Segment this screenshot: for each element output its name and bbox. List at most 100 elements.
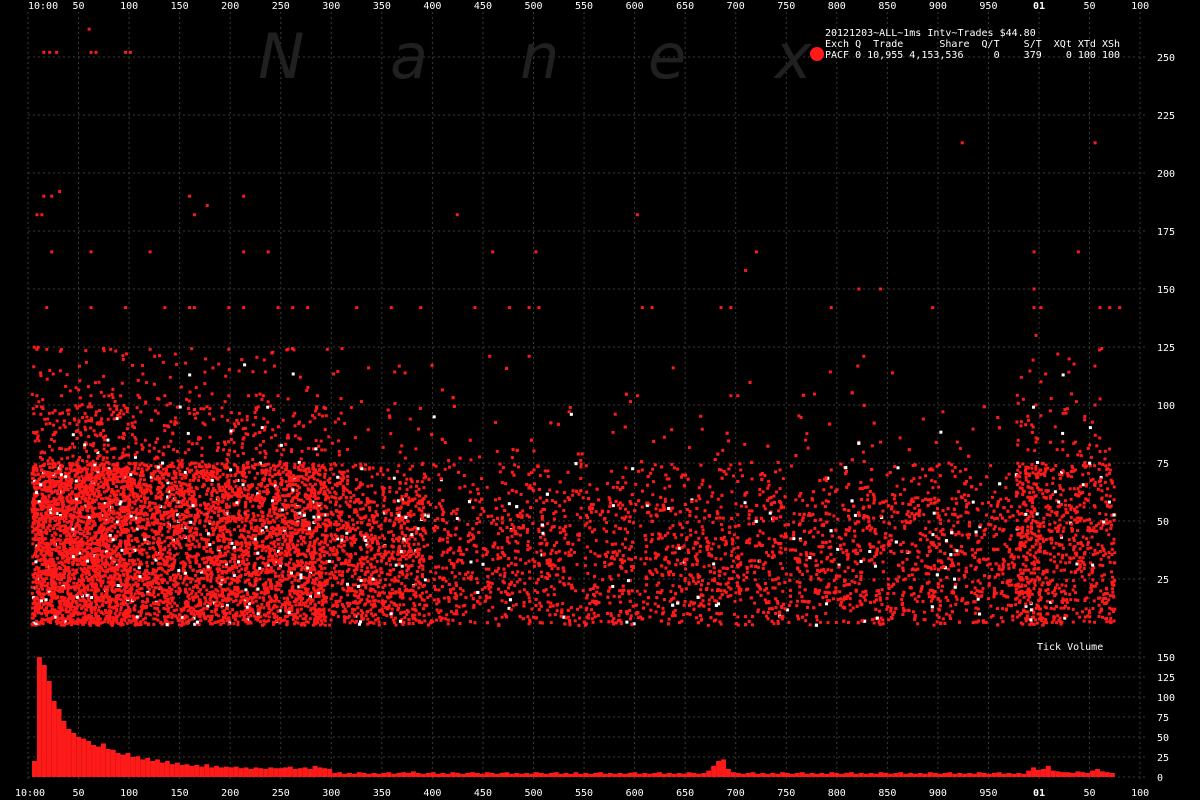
- trade-point: [237, 369, 241, 373]
- trade-point: [736, 394, 740, 398]
- trade-point: [52, 537, 56, 541]
- trade-point: [247, 562, 251, 566]
- trade-point: [254, 534, 258, 538]
- trade-point: [245, 418, 249, 422]
- trade-point: [74, 569, 78, 573]
- trade-point: [113, 583, 117, 587]
- trade-point: [264, 549, 268, 553]
- trade-point: [224, 374, 228, 378]
- trade-point: [123, 542, 127, 546]
- trade-point: [51, 616, 55, 620]
- trade-point: [202, 561, 206, 565]
- trade-point: [90, 485, 94, 489]
- trade-point: [190, 526, 194, 530]
- trade-point: [283, 516, 287, 520]
- trade-point: [86, 596, 90, 600]
- trade-point: [120, 454, 124, 458]
- trade-point: [79, 433, 83, 437]
- trade-point: [229, 438, 233, 442]
- trade-point: [41, 515, 45, 519]
- trade-point: [77, 527, 81, 531]
- trade-point: [210, 392, 214, 396]
- trade-point: [320, 590, 324, 594]
- trade-point: [89, 250, 93, 254]
- trade-point: [78, 590, 82, 594]
- trade-point: [36, 574, 40, 578]
- trade-point: [41, 405, 45, 409]
- trade-point: [163, 306, 167, 310]
- trade-point: [217, 362, 221, 366]
- trade-point: [149, 491, 153, 495]
- trade-point: [119, 620, 123, 624]
- trade-point: [110, 447, 114, 451]
- trade-point: [102, 543, 106, 547]
- trade-point: [119, 544, 123, 548]
- trade-point: [110, 498, 114, 502]
- trade-point: [81, 506, 85, 510]
- trade-point: [171, 432, 175, 436]
- trade-point: [59, 499, 63, 503]
- trade-point: [118, 611, 122, 615]
- trade-point: [1032, 287, 1036, 291]
- trade-point: [102, 485, 106, 489]
- trade-point: [86, 539, 90, 543]
- trade-point: [67, 471, 71, 475]
- trade-point: [197, 509, 201, 513]
- trade-point: [87, 605, 91, 609]
- trade-point: [44, 422, 48, 426]
- trade-point: [86, 545, 90, 549]
- trade-point: [114, 501, 118, 505]
- trade-point: [113, 549, 117, 553]
- trade-point: [251, 423, 255, 427]
- trade-point: [77, 544, 81, 548]
- trade-point: [110, 529, 114, 533]
- trade-point: [187, 194, 191, 198]
- trade-point: [48, 621, 52, 625]
- trade-point: [115, 478, 119, 482]
- trade-point: [98, 464, 102, 468]
- trade-point: [54, 475, 58, 479]
- trade-point: [73, 418, 77, 422]
- trade-point: [119, 394, 123, 398]
- trade-point: [272, 407, 276, 411]
- trade-point: [113, 404, 117, 408]
- trade-point: [32, 553, 36, 557]
- trade-point: [87, 473, 91, 477]
- trade-point: [240, 445, 244, 449]
- trade-point: [99, 390, 103, 394]
- trade-point: [53, 409, 57, 413]
- trade-point: [87, 526, 91, 530]
- trade-point: [45, 306, 49, 310]
- trade-point: [88, 518, 92, 522]
- trade-point: [231, 571, 235, 575]
- trade-point: [110, 490, 114, 494]
- trade-point: [127, 559, 131, 563]
- trade-point: [169, 567, 173, 571]
- trade-point: [106, 438, 110, 442]
- trade-point: [96, 531, 100, 535]
- trade-point: [230, 541, 234, 545]
- trade-point: [1108, 306, 1112, 310]
- trade-point: [85, 593, 89, 597]
- trade-point: [168, 375, 172, 379]
- trade-point: [30, 585, 34, 589]
- trade-point: [58, 534, 62, 538]
- trade-point: [266, 611, 270, 615]
- trade-point: [116, 530, 120, 534]
- trade-point: [67, 575, 71, 579]
- trade-point: [90, 601, 94, 605]
- trade-point: [754, 250, 758, 254]
- trade-point: [39, 584, 43, 588]
- trade-point: [79, 593, 83, 597]
- trade-point: [298, 614, 302, 618]
- trade-point: [105, 471, 109, 475]
- trade-point: [256, 609, 260, 613]
- trade-point: [109, 501, 113, 505]
- trade-point: [218, 526, 222, 530]
- trade-point: [110, 392, 114, 396]
- trade-point: [210, 609, 214, 613]
- trade-point: [126, 422, 130, 426]
- trade-point: [197, 542, 201, 546]
- trade-point: [234, 484, 238, 488]
- trade-point: [58, 412, 62, 416]
